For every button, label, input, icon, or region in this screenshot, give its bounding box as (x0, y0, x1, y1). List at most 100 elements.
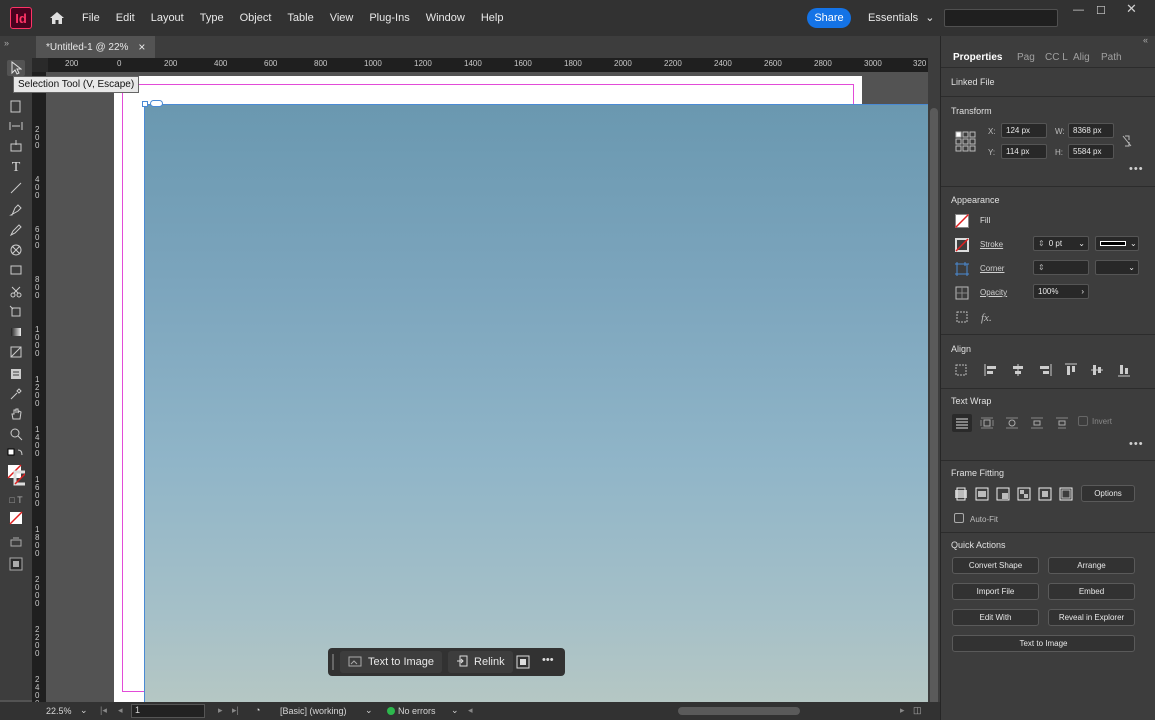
menu-plugins[interactable]: Plug-Ins (369, 12, 409, 24)
document-canvas[interactable]: Text to Image Relink ••• (48, 72, 928, 702)
close-icon[interactable]: ✕ (1126, 1, 1137, 17)
convert-shape-button[interactable]: Convert Shape (952, 557, 1039, 574)
line-tool-icon[interactable] (7, 180, 25, 196)
reveal-in-explorer-button[interactable]: Reveal in Explorer (1048, 609, 1135, 626)
minimize-icon[interactable]: — (1073, 4, 1084, 16)
share-button[interactable]: Share (807, 8, 851, 28)
align-to-selection-icon[interactable] (954, 362, 970, 378)
link-chain-icon[interactable] (150, 100, 163, 107)
effects-frame-icon[interactable] (954, 309, 970, 325)
tab-align[interactable]: Alig (1073, 52, 1090, 63)
jump-to-next-column-icon[interactable] (1054, 415, 1070, 431)
search-input[interactable] (944, 9, 1058, 27)
content-aware-fit-icon[interactable] (1058, 486, 1074, 502)
constrain-proportions-icon[interactable] (1119, 133, 1135, 149)
stroke-type-dropdown[interactable]: ⌄ (1095, 236, 1139, 251)
hand-tool-icon[interactable] (7, 406, 25, 422)
zoom-tool-icon[interactable] (7, 426, 25, 442)
stroke-weight-field[interactable]: ⇕ 0 pt ⌄ (1033, 236, 1089, 251)
vertical-scrollbar[interactable] (928, 58, 940, 708)
opacity-field[interactable]: 100% › (1033, 284, 1089, 299)
fit-content-proportionally-icon[interactable] (974, 486, 990, 502)
maximize-icon[interactable]: ☐ (1096, 4, 1106, 17)
gradient-swatch-tool-icon[interactable] (7, 324, 25, 340)
text-to-image-button[interactable]: Text to Image (340, 651, 443, 673)
stepper-icon[interactable]: ⇕ (1038, 239, 1045, 248)
selection-tool-icon[interactable] (7, 60, 25, 76)
height-field[interactable]: 5584 px (1068, 144, 1114, 159)
close-tab-icon[interactable]: × (138, 40, 145, 54)
scroll-right-icon[interactable]: ▸ (900, 705, 905, 716)
invert-checkbox[interactable] (1078, 416, 1088, 426)
reference-point-icon[interactable] (955, 131, 977, 153)
formatting-affects-container-icon[interactable]: □ T (7, 492, 25, 508)
no-text-wrap-icon[interactable] (952, 414, 972, 432)
transform-more-icon[interactable]: ••• (1129, 163, 1144, 175)
preflight-errors[interactable]: No errors (398, 706, 436, 716)
workspace-switcher[interactable]: Essentials ⌄ (868, 11, 934, 24)
ellipse-frame-tool-icon[interactable] (7, 242, 25, 258)
paragraph-style-status[interactable]: [Basic] (working) (280, 706, 347, 716)
placed-sky-image[interactable] (144, 104, 928, 702)
chevron-down-icon[interactable]: ⌄ (365, 705, 373, 716)
document-tab[interactable]: *Untitled-1 @ 22% × (36, 36, 156, 58)
type-tool-icon[interactable]: T (7, 160, 25, 176)
auto-fit-checkbox[interactable] (954, 513, 964, 523)
align-left-icon[interactable] (983, 362, 999, 378)
wrap-bounding-box-icon[interactable] (979, 415, 995, 431)
menu-layout[interactable]: Layout (151, 12, 184, 24)
page-number-field[interactable]: 1 (131, 704, 205, 718)
next-page-icon[interactable]: ▸ (218, 705, 223, 716)
align-bottom-icon[interactable] (1116, 362, 1132, 378)
menu-edit[interactable]: Edit (116, 12, 135, 24)
import-file-button[interactable]: Import File (952, 583, 1039, 600)
align-top-icon[interactable] (1063, 362, 1079, 378)
fill-frame-proportionally-icon[interactable] (953, 486, 969, 502)
menu-type[interactable]: Type (200, 12, 224, 24)
center-content-icon[interactable] (1037, 486, 1053, 502)
stroke-label[interactable]: Stroke (980, 240, 1003, 249)
text-wrap-more-icon[interactable]: ••• (1129, 438, 1144, 450)
gradient-feather-tool-icon[interactable] (7, 344, 25, 360)
fit-content-to-frame-icon[interactable] (1016, 486, 1032, 502)
content-collector-icon[interactable] (7, 138, 25, 154)
more-options-icon[interactable]: ••• (542, 654, 554, 666)
tab-cc-libraries[interactable]: CC L (1045, 52, 1068, 63)
chevron-down-icon[interactable]: ⌄ (451, 705, 459, 716)
ruler-origin[interactable] (32, 58, 48, 72)
menu-window[interactable]: Window (426, 12, 465, 24)
wrap-object-shape-icon[interactable] (1004, 415, 1020, 431)
linked-file-title[interactable]: Linked File (951, 77, 995, 87)
embed-button[interactable]: Embed (1048, 583, 1135, 600)
arrange-button[interactable]: Arrange (1048, 557, 1135, 574)
rectangle-tool-icon[interactable] (7, 262, 25, 278)
zoom-level[interactable]: 22.5% (46, 706, 72, 716)
corner-label[interactable]: Corner (980, 264, 1004, 273)
text-to-image-panel-button[interactable]: Text to Image (952, 635, 1135, 652)
align-right-icon[interactable] (1037, 362, 1053, 378)
stroke-swatch-icon[interactable] (954, 237, 970, 253)
scroll-thumb[interactable] (930, 108, 938, 708)
effects-fx-button[interactable]: fx. (981, 312, 992, 324)
tab-properties[interactable]: Properties (953, 52, 1002, 63)
align-horizontal-center-icon[interactable] (1010, 362, 1026, 378)
first-page-icon[interactable]: |◂ (100, 705, 107, 716)
fill-stroke-swatch[interactable] (7, 464, 25, 486)
y-position-field[interactable]: 114 px (1001, 144, 1047, 159)
frame-handle[interactable] (142, 101, 148, 107)
last-page-icon[interactable]: ▸| (232, 705, 239, 716)
apply-none-icon[interactable] (7, 510, 25, 526)
chevron-right-icon[interactable]: › (1081, 287, 1084, 296)
chevron-down-icon[interactable]: ⌄ (1078, 239, 1085, 248)
frame-fitting-options-button[interactable]: Options (1081, 485, 1135, 502)
align-vertical-center-icon[interactable] (1089, 362, 1105, 378)
note-tool-icon[interactable] (7, 366, 25, 382)
fit-frame-to-content-icon[interactable] (995, 486, 1011, 502)
drag-grip[interactable] (332, 654, 334, 670)
corner-icon[interactable] (954, 261, 970, 277)
fill-swatch-icon[interactable] (954, 213, 970, 229)
corner-shape-dropdown[interactable]: ⌄ (1095, 260, 1139, 275)
scissors-tool-icon[interactable] (7, 284, 25, 300)
corner-size-field[interactable]: ⇕ (1033, 260, 1089, 275)
default-colors-icon[interactable] (7, 446, 25, 462)
